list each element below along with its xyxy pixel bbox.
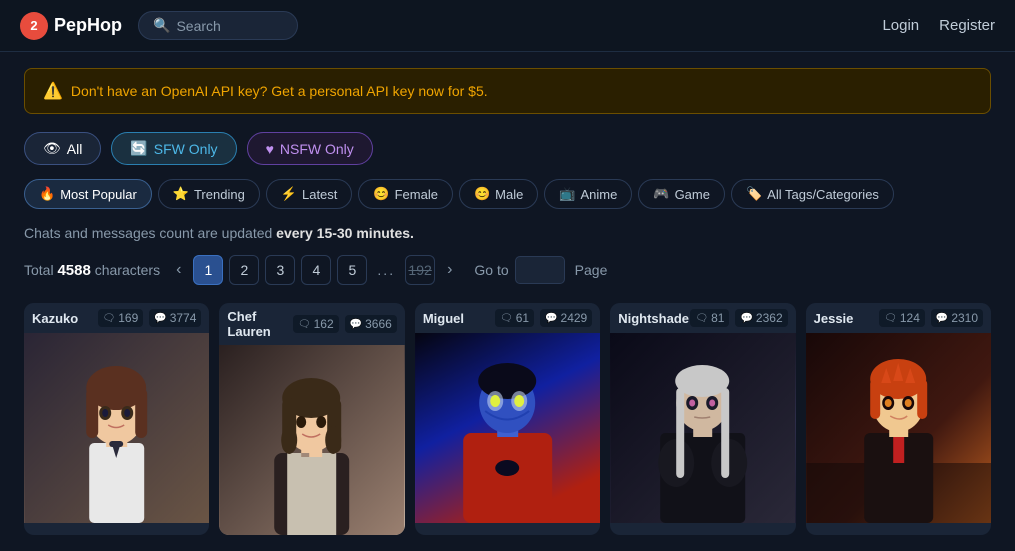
card-stats-miguel: 🗨 61 💬 2429: [495, 309, 592, 327]
character-image-miguel: [415, 333, 600, 523]
chat-icon-nightshade: 🗨: [695, 313, 708, 324]
page-3-btn[interactable]: 3: [265, 255, 295, 285]
tag-icon: 🏷️: [746, 186, 762, 202]
logo[interactable]: 2 PepHop: [20, 12, 122, 40]
tag-all-tags-btn[interactable]: 🏷️ All Tags/Categories: [731, 179, 894, 209]
card-header-kazuko: Kazuko 🗨 169 💬 3774: [24, 303, 209, 333]
page-dots: ...: [373, 262, 399, 278]
search-icon: 🔍: [153, 17, 170, 34]
card-header-jessie: Jessie 🗨 124 💬 2310: [806, 303, 991, 333]
login-link[interactable]: Login: [882, 17, 919, 34]
character-name-kazuko: Kazuko: [32, 311, 78, 326]
female-icon: 😊: [373, 186, 389, 202]
chat-icon-jessie: 🗨: [884, 313, 897, 324]
character-name-nightshade: Nightshade: [618, 311, 689, 326]
goto-input[interactable]: [515, 256, 565, 284]
msg-icon-miguel: 💬: [545, 313, 557, 324]
character-image-chef-lauren: [219, 345, 404, 535]
msg-icon-nightshade: 💬: [740, 313, 752, 324]
character-card-nightshade[interactable]: Nightshade 🗨 81 💬 2362: [610, 303, 795, 535]
tag-latest-btn[interactable]: ⚡ Latest: [266, 179, 353, 209]
header: 2 PepHop 🔍 Search Login Register: [0, 0, 1015, 52]
msg-stat-chef: 💬 3666: [345, 315, 397, 333]
filter-nsfw-btn[interactable]: ♥ NSFW Only: [247, 132, 373, 165]
msg-icon-kazuko: 💬: [154, 313, 166, 324]
main-content: ⚠️ Don't have an OpenAI API key? Get a p…: [0, 52, 1015, 551]
page-label: Page: [575, 262, 608, 278]
tag-female-btn[interactable]: 😊 Female: [358, 179, 453, 209]
next-page-btn[interactable]: ›: [441, 259, 458, 281]
page-last-btn[interactable]: 192: [405, 255, 435, 285]
card-stats-nightshade: 🗨 81 💬 2362: [690, 309, 787, 327]
heart-icon: ♥: [266, 141, 274, 157]
page-2-btn[interactable]: 2: [229, 255, 259, 285]
chat-icon-miguel: 🗨: [500, 313, 513, 324]
logo-text: PepHop: [54, 15, 122, 36]
prev-page-btn[interactable]: ‹: [170, 259, 187, 281]
tag-anime-btn[interactable]: 📺 Anime: [544, 179, 632, 209]
logo-icon: 2: [20, 12, 48, 40]
chat-stat-kazuko: 🗨 169: [98, 309, 144, 327]
character-card-chef-lauren[interactable]: Chef Lauren 🗨 162 💬 3666: [219, 303, 404, 535]
game-icon: 🎮: [653, 186, 669, 202]
search-bar[interactable]: 🔍 Search: [138, 11, 298, 40]
register-link[interactable]: Register: [939, 17, 995, 34]
sfw-icon: 🔄: [130, 140, 147, 157]
filter-sfw-btn[interactable]: 🔄 SFW Only: [111, 132, 236, 165]
character-name-chef-lauren: Chef Lauren: [227, 309, 293, 339]
male-icon: 😊: [474, 186, 490, 202]
filter-row-2: 🔥 Most Popular ⭐ Trending ⚡ Latest 😊 Fem…: [24, 179, 991, 209]
filter-all-btn[interactable]: 👁 All: [24, 132, 101, 165]
chat-stat-jessie: 🗨 124: [879, 309, 925, 327]
tag-male-btn[interactable]: 😊 Male: [459, 179, 538, 209]
card-stats-jessie: 🗨 124 💬 2310: [879, 309, 983, 327]
fire-icon: 🔥: [39, 186, 55, 202]
info-text: Chats and messages count are updated eve…: [24, 225, 991, 241]
msg-stat-kazuko: 💬 3774: [149, 309, 201, 327]
anime-icon: 📺: [559, 186, 575, 202]
search-placeholder: Search: [176, 18, 220, 34]
msg-stat-jessie: 💬 2310: [931, 309, 983, 327]
chat-icon-chef: 🗨: [298, 319, 311, 330]
character-image-nightshade: [610, 333, 795, 523]
character-card-jessie[interactable]: Jessie 🗨 124 💬 2310: [806, 303, 991, 535]
tag-trending-btn[interactable]: ⭐ Trending: [158, 179, 260, 209]
chat-stat-chef: 🗨 162: [293, 315, 339, 333]
tag-popular-btn[interactable]: 🔥 Most Popular: [24, 179, 152, 209]
filter-row-1: 👁 All 🔄 SFW Only ♥ NSFW Only: [24, 132, 991, 165]
character-card-miguel[interactable]: Miguel 🗨 61 💬 2429: [415, 303, 600, 535]
pagination-row: Total 4588 characters ‹ 1 2 3 4 5 ... 19…: [24, 255, 991, 285]
page-1-btn[interactable]: 1: [193, 255, 223, 285]
star-icon: ⭐: [173, 186, 189, 202]
msg-stat-miguel: 💬 2429: [540, 309, 592, 327]
chat-stat-miguel: 🗨 61: [495, 309, 534, 327]
card-header-miguel: Miguel 🗨 61 💬 2429: [415, 303, 600, 333]
alert-icon: ⚠️: [43, 81, 63, 101]
msg-icon-jessie: 💬: [936, 313, 948, 324]
character-cards-grid: Kazuko 🗨 169 💬 3774: [24, 303, 991, 535]
bolt-icon: ⚡: [281, 186, 297, 202]
goto-label: Go to: [474, 262, 508, 278]
character-image-kazuko: [24, 333, 209, 523]
eye-icon: 👁: [43, 140, 61, 157]
tag-game-btn[interactable]: 🎮 Game: [638, 179, 725, 209]
page-5-btn[interactable]: 5: [337, 255, 367, 285]
character-name-miguel: Miguel: [423, 311, 464, 326]
page-4-btn[interactable]: 4: [301, 255, 331, 285]
card-stats-chef-lauren: 🗨 162 💬 3666: [293, 315, 397, 333]
chat-stat-nightshade: 🗨 81: [690, 309, 729, 327]
header-actions: Login Register: [882, 17, 995, 34]
alert-text: Don't have an OpenAI API key? Get a pers…: [71, 83, 488, 99]
chat-icon-kazuko: 🗨: [103, 313, 116, 324]
card-stats-kazuko: 🗨 169 💬 3774: [98, 309, 202, 327]
character-image-jessie: [806, 333, 991, 523]
msg-icon-chef: 💬: [350, 319, 362, 330]
alert-banner: ⚠️ Don't have an OpenAI API key? Get a p…: [24, 68, 991, 114]
card-header-chef-lauren: Chef Lauren 🗨 162 💬 3666: [219, 303, 404, 345]
character-name-jessie: Jessie: [814, 311, 854, 326]
total-label: Total 4588 characters: [24, 262, 160, 279]
character-card-kazuko[interactable]: Kazuko 🗨 169 💬 3774: [24, 303, 209, 535]
card-header-nightshade: Nightshade 🗨 81 💬 2362: [610, 303, 795, 333]
msg-stat-nightshade: 💬 2362: [735, 309, 787, 327]
